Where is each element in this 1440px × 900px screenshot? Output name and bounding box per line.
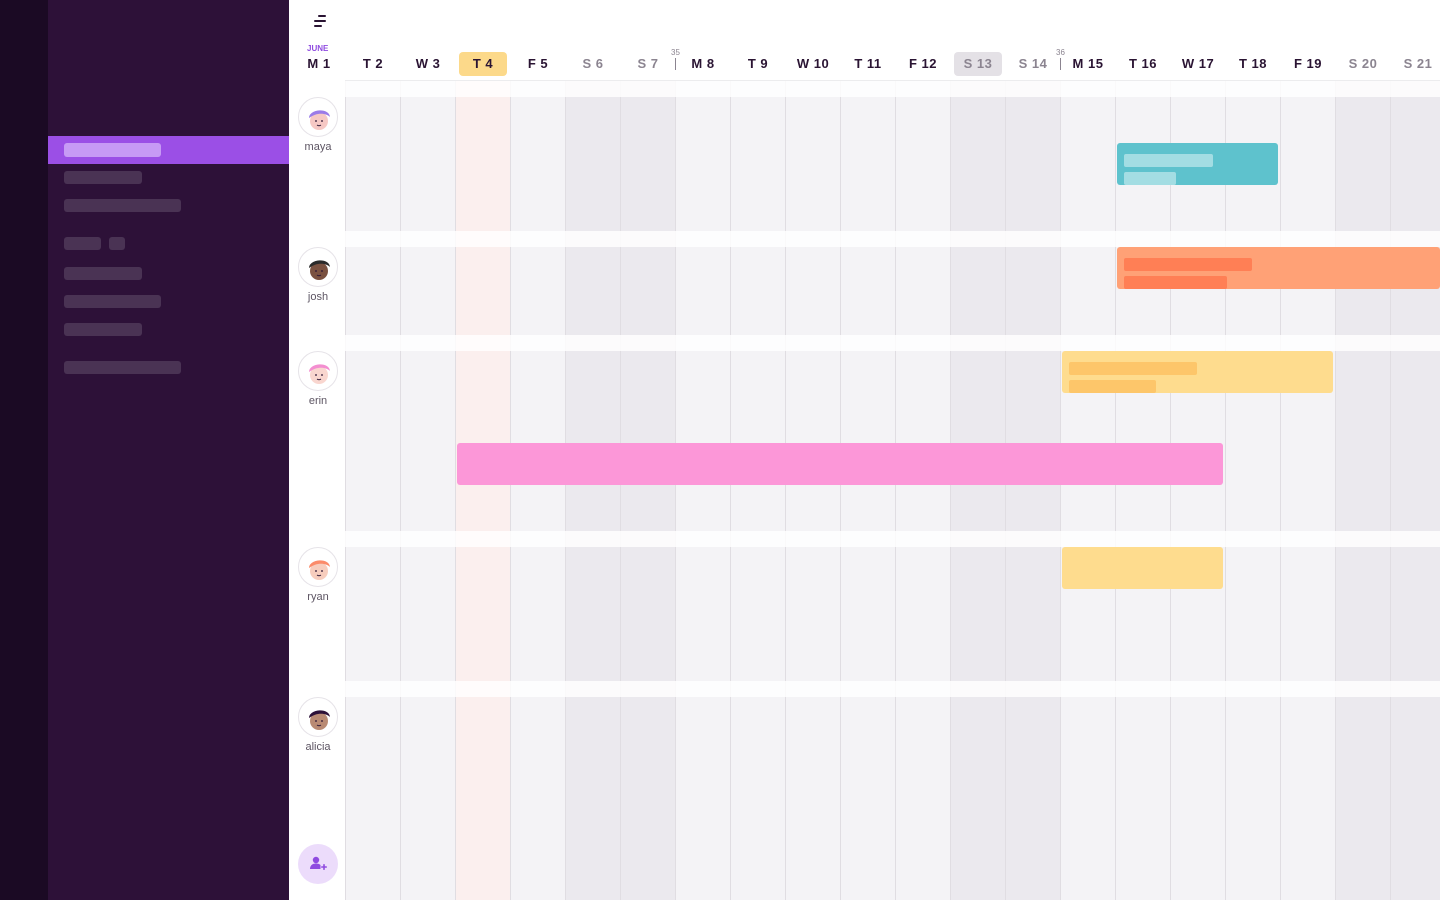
row-gap: [345, 681, 1440, 697]
person-alicia[interactable]: alicia: [298, 697, 338, 753]
day-header-f-12[interactable]: F 12: [899, 52, 947, 76]
avatar: [298, 247, 338, 287]
day-column[interactable]: [785, 81, 840, 900]
day-column[interactable]: [730, 81, 785, 900]
assignment-text-placeholder: [1124, 276, 1227, 289]
day-column[interactable]: [345, 81, 400, 900]
day-column[interactable]: [1170, 81, 1225, 900]
week-number: 36: [1056, 48, 1065, 57]
week-divider: [675, 58, 676, 70]
avatar: [298, 351, 338, 391]
day-column[interactable]: [620, 81, 675, 900]
day-header-w-17[interactable]: W 17: [1174, 52, 1222, 76]
week-number: 35: [671, 48, 680, 57]
day-header-m-8[interactable]: M 8: [679, 52, 727, 76]
assignment-bar[interactable]: [457, 443, 1223, 485]
day-header-w-10[interactable]: W 10: [789, 52, 837, 76]
day-header-m-1[interactable]: M 1: [295, 52, 343, 76]
assignment-text-placeholder: [1124, 258, 1252, 271]
day-header-t-9[interactable]: T 9: [734, 52, 782, 76]
assignment-text-placeholder: [1069, 362, 1197, 375]
day-header-t-18[interactable]: T 18: [1229, 52, 1277, 76]
sidebar-item-placeholder[interactable]: [109, 237, 125, 250]
sidebar-item-placeholder[interactable]: [64, 171, 142, 184]
assignment-text-placeholder: [1124, 154, 1213, 167]
sidebar-item-placeholder[interactable]: [64, 323, 142, 336]
day-column[interactable]: [400, 81, 455, 900]
person-maya[interactable]: maya: [298, 97, 338, 153]
day-header-w-3[interactable]: W 3: [404, 52, 452, 76]
day-column[interactable]: [950, 81, 1005, 900]
assignment-text-placeholder: [1069, 380, 1156, 393]
assignment-bar[interactable]: [1062, 351, 1333, 393]
person-name: ryan: [307, 591, 329, 603]
person-name: alicia: [305, 741, 331, 753]
day-header-t-2[interactable]: T 2: [349, 52, 397, 76]
day-header-f-5[interactable]: F 5: [514, 52, 562, 76]
day-header-t-4[interactable]: T 4: [459, 52, 507, 76]
filter-lines-icon[interactable]: [311, 12, 331, 30]
day-header-m-15[interactable]: M 15: [1064, 52, 1112, 76]
day-column[interactable]: [510, 81, 565, 900]
day-column[interactable]: [895, 81, 950, 900]
day-header-s-20[interactable]: S 20: [1339, 52, 1387, 76]
day-header-t-16[interactable]: T 16: [1119, 52, 1167, 76]
sidebar-item-placeholder[interactable]: [64, 199, 181, 212]
person-ryan[interactable]: ryan: [298, 547, 338, 603]
row-gap: [345, 81, 1440, 97]
sidebar-item-label-placeholder: [64, 143, 161, 157]
sidebar-item-placeholder[interactable]: [64, 237, 101, 250]
avatar: [298, 547, 338, 587]
person-name: erin: [308, 395, 328, 407]
day-header-s-7[interactable]: S 7: [624, 52, 672, 76]
sidebar: [48, 0, 289, 900]
day-column[interactable]: [455, 81, 510, 900]
row-gap: [345, 231, 1440, 247]
row-gap: [345, 335, 1440, 351]
week-divider: [1060, 58, 1061, 70]
avatar: [298, 97, 338, 137]
day-header-f-19[interactable]: F 19: [1284, 52, 1332, 76]
assignment-bar[interactable]: [1062, 547, 1223, 589]
day-column[interactable]: [1335, 81, 1390, 900]
day-column[interactable]: [1225, 81, 1280, 900]
day-column[interactable]: [1115, 81, 1170, 900]
assignment-bar[interactable]: [1117, 143, 1278, 185]
day-column[interactable]: [565, 81, 620, 900]
avatar: [298, 697, 338, 737]
day-column[interactable]: [1280, 81, 1335, 900]
schedule-view: JUNE M 1T 2W 3T 4F 5S 6S 7M 8T 9W 10 T 11…: [289, 0, 1440, 900]
sidebar-item-active[interactable]: [48, 136, 289, 164]
add-person-button[interactable]: [298, 844, 338, 884]
app-rail: [0, 0, 48, 900]
person-name: maya: [304, 141, 332, 153]
person-name: josh: [307, 291, 329, 303]
day-column[interactable]: [1060, 81, 1115, 900]
row-gap: [345, 531, 1440, 547]
day-header-t-11[interactable]: T 11: [844, 52, 892, 76]
sidebar-item-placeholder[interactable]: [64, 267, 142, 280]
day-column[interactable]: [675, 81, 730, 900]
sidebar-item-placeholder[interactable]: [64, 361, 181, 374]
sidebar-item-placeholder[interactable]: [64, 295, 161, 308]
assignment-text-placeholder: [1124, 172, 1176, 185]
add-person-icon: [310, 856, 327, 870]
day-header-s-13[interactable]: S 13: [954, 52, 1002, 76]
person-josh[interactable]: josh: [298, 247, 338, 303]
day-header-s-14[interactable]: S 14: [1009, 52, 1057, 76]
day-column[interactable]: [840, 81, 895, 900]
day-column[interactable]: [1390, 81, 1440, 900]
day-column[interactable]: [1005, 81, 1060, 900]
person-erin[interactable]: erin: [298, 351, 338, 407]
day-header-s-21[interactable]: S 21: [1394, 52, 1440, 76]
assignment-bar[interactable]: [1117, 247, 1440, 289]
day-header-s-6[interactable]: S 6: [569, 52, 617, 76]
